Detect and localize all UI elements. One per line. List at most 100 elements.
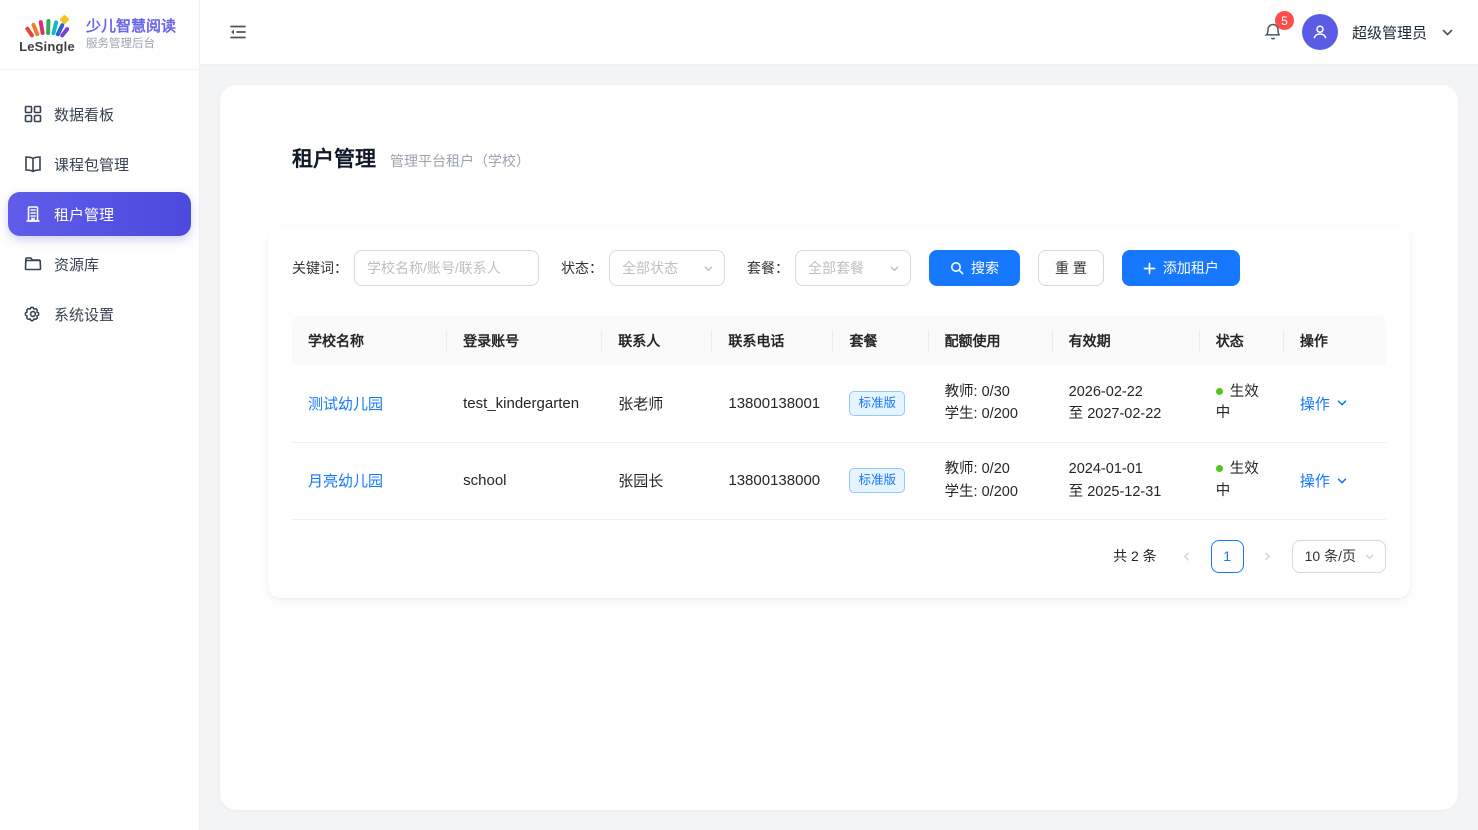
valid-from: 2026-02-22 xyxy=(1069,381,1184,403)
sidebar-item-label: 租户管理 xyxy=(54,204,114,225)
chevron-down-icon xyxy=(1336,475,1348,487)
page-title: 租户管理 xyxy=(292,143,376,173)
brand-header: LeSingle 少儿智慧阅读 服务管理后台 xyxy=(0,0,199,70)
keyword-label: 关键词： xyxy=(292,258,348,278)
sidebar-item-course-packages[interactable]: 课程包管理 xyxy=(8,142,191,186)
pagination-prev-button[interactable] xyxy=(1173,542,1201,570)
building-icon xyxy=(24,205,42,223)
col-plan: 套餐 xyxy=(833,316,928,365)
col-validity: 有效期 xyxy=(1053,316,1200,365)
col-status: 状态 xyxy=(1200,316,1284,365)
sidebar-collapse-button[interactable] xyxy=(224,18,252,46)
plan-tag: 标准版 xyxy=(849,468,905,493)
quota-cell: 教师: 0/30 学生: 0/200 xyxy=(929,365,1053,442)
book-icon xyxy=(24,155,42,173)
brand-text: 少儿智慧阅读 服务管理后台 xyxy=(86,17,176,53)
sidebar-nav: 数据看板 课程包管理 租户管理 资源库 xyxy=(0,70,199,336)
col-actions: 操作 xyxy=(1284,316,1386,365)
user-icon xyxy=(1311,23,1329,41)
brand-subtitle: 服务管理后台 xyxy=(86,37,176,53)
table-header: 学校名称 登录账号 联系人 联系电话 套餐 配额使用 有效期 状态 操作 xyxy=(292,316,1386,365)
status-label: 状态： xyxy=(561,258,603,278)
user-menu-chevron-down-icon[interactable] xyxy=(1441,26,1454,39)
reset-button[interactable]: 重 置 xyxy=(1038,250,1104,286)
search-icon xyxy=(950,261,964,275)
header-right: 5 超级管理员 xyxy=(1258,14,1454,50)
account-cell: school xyxy=(447,442,602,519)
account-cell: test_kindergarten xyxy=(447,365,602,442)
valid-to: 至 2027-02-22 xyxy=(1069,403,1184,425)
logo-fan-icon xyxy=(25,15,69,41)
row-actions-dropdown[interactable]: 操作 xyxy=(1300,393,1348,414)
tenant-table-wrap: 学校名称 登录账号 联系人 联系电话 套餐 配额使用 有效期 状态 操作 xyxy=(292,316,1386,520)
table-row: 月亮幼儿园 school 张园长 13800138000 标准版 教师: 0/2… xyxy=(292,442,1386,519)
dashboard-icon xyxy=(24,105,42,123)
phone-cell: 13800138000 xyxy=(712,442,833,519)
sidebar-item-label: 资源库 xyxy=(54,254,99,275)
gear-icon xyxy=(24,305,42,323)
quota-teacher: 教师: 0/20 xyxy=(945,458,1037,480)
school-name-link[interactable]: 月亮幼儿园 xyxy=(308,473,383,490)
filter-bar: 关键词： 状态： 全部状态 套餐： 全部套餐 搜索 xyxy=(292,250,1386,286)
valid-to: 至 2025-12-31 xyxy=(1069,481,1184,503)
add-tenant-button-label: 添加租户 xyxy=(1163,258,1219,278)
chevron-down-icon xyxy=(889,263,900,274)
quota-cell: 教师: 0/20 学生: 0/200 xyxy=(929,442,1053,519)
sidebar-item-resource-library[interactable]: 资源库 xyxy=(8,242,191,286)
reset-button-label: 重 置 xyxy=(1055,258,1087,278)
chevron-down-icon xyxy=(1336,397,1348,409)
page-size-select[interactable]: 10 条/页 xyxy=(1292,540,1386,573)
menu-fold-icon xyxy=(228,22,248,42)
quota-student: 学生: 0/200 xyxy=(945,403,1037,425)
chevron-down-icon xyxy=(703,263,714,274)
plan-select[interactable]: 全部套餐 xyxy=(795,250,911,286)
logo-wordmark: LeSingle xyxy=(19,39,75,54)
keyword-input[interactable] xyxy=(354,250,539,286)
avatar[interactable] xyxy=(1302,14,1338,50)
pagination-next-button[interactable] xyxy=(1254,542,1282,570)
phone-cell: 13800138001 xyxy=(712,365,833,442)
plus-icon xyxy=(1143,262,1156,275)
validity-cell: 2024-01-01 至 2025-12-31 xyxy=(1053,442,1200,519)
status-select[interactable]: 全部状态 xyxy=(609,250,725,286)
status-dot-icon xyxy=(1216,465,1223,472)
sidebar-item-tenant-management[interactable]: 租户管理 xyxy=(8,192,191,236)
notification-bell[interactable]: 5 xyxy=(1258,17,1288,47)
row-actions-dropdown[interactable]: 操作 xyxy=(1300,470,1348,491)
sidebar-item-system-settings[interactable]: 系统设置 xyxy=(8,292,191,336)
search-button-label: 搜索 xyxy=(971,258,999,278)
col-contact: 联系人 xyxy=(602,316,712,365)
plan-select-value: 全部套餐 xyxy=(808,258,864,278)
table-row: 测试幼儿园 test_kindergarten 张老师 13800138001 … xyxy=(292,365,1386,442)
plan-tag: 标准版 xyxy=(849,391,905,416)
school-name-link[interactable]: 测试幼儿园 xyxy=(308,396,383,413)
brand-title: 少儿智慧阅读 xyxy=(86,17,176,37)
chevron-left-icon xyxy=(1181,551,1192,562)
status-cell: 生效中 xyxy=(1200,365,1284,442)
sidebar-item-label: 数据看板 xyxy=(54,104,114,125)
validity-cell: 2026-02-22 至 2027-02-22 xyxy=(1053,365,1200,442)
sidebar-item-label: 系统设置 xyxy=(54,304,114,325)
sidebar-item-dashboard[interactable]: 数据看板 xyxy=(8,92,191,136)
quota-student: 学生: 0/200 xyxy=(945,481,1037,503)
search-button[interactable]: 搜索 xyxy=(929,250,1020,286)
pagination-total: 共 2 条 xyxy=(1113,546,1157,566)
row-actions-label: 操作 xyxy=(1300,470,1330,491)
col-phone: 联系电话 xyxy=(712,316,833,365)
add-tenant-button[interactable]: 添加租户 xyxy=(1122,250,1240,286)
pagination-page-1[interactable]: 1 xyxy=(1211,540,1244,573)
main-content: 租户管理 管理平台租户（学校） 关键词： 状态： 全部状态 套餐： 全部套餐 xyxy=(200,65,1478,830)
chevron-down-icon xyxy=(1364,551,1375,562)
folder-icon xyxy=(24,255,42,273)
col-quota: 配额使用 xyxy=(929,316,1053,365)
contact-cell: 张园长 xyxy=(602,442,712,519)
status-dot-icon xyxy=(1216,388,1223,395)
plan-label: 套餐： xyxy=(747,258,789,278)
page-card: 租户管理 管理平台租户（学校） 关键词： 状态： 全部状态 套餐： 全部套餐 xyxy=(220,85,1458,810)
col-account: 登录账号 xyxy=(447,316,602,365)
pagination: 共 2 条 1 10 条/页 xyxy=(292,540,1386,573)
quota-teacher: 教师: 0/30 xyxy=(945,381,1037,403)
contact-cell: 张老师 xyxy=(602,365,712,442)
valid-from: 2024-01-01 xyxy=(1069,458,1184,480)
user-name[interactable]: 超级管理员 xyxy=(1352,22,1427,43)
